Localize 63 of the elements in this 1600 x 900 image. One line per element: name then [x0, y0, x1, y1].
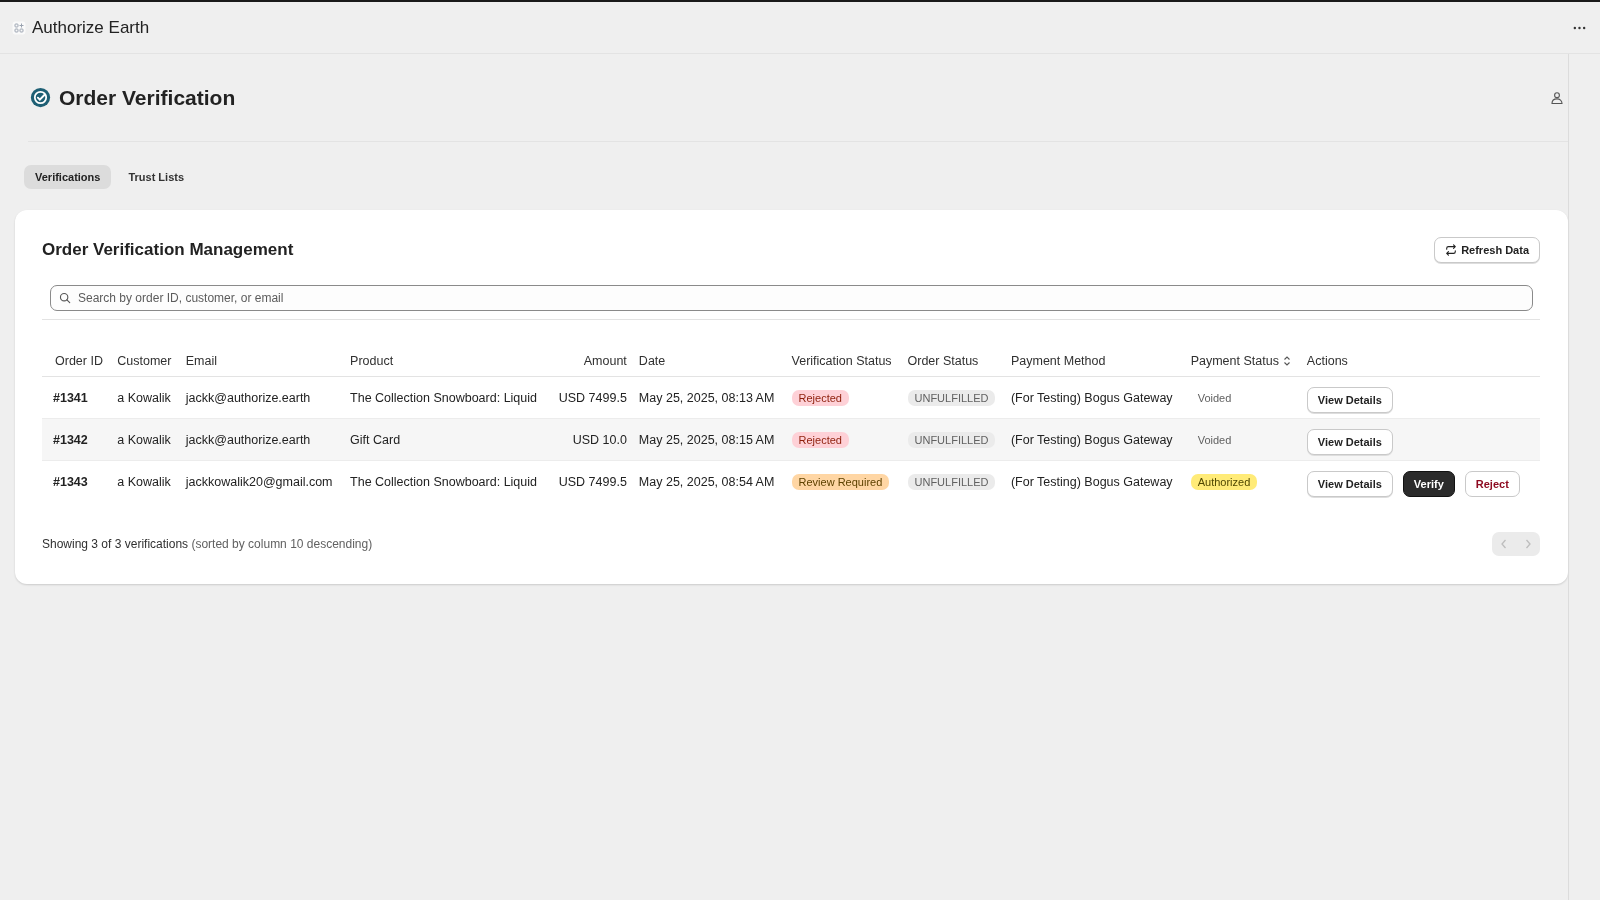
payment-method: (For Testing) Bogus Gateway: [1010, 474, 1173, 489]
user-icon[interactable]: [1550, 90, 1564, 105]
order-status-badge: UNFULFILLED: [907, 473, 996, 490]
order-id: #1341: [53, 390, 88, 405]
column-header: Payment Method: [1010, 354, 1106, 368]
view-details-button[interactable]: View Details: [1306, 471, 1393, 497]
customer-name: a Kowalik: [117, 432, 171, 447]
verification-status-badge: Review Required: [791, 473, 890, 490]
customer-name: a Kowalik: [117, 390, 171, 405]
results-summary: Showing 3 of 3 verifications (sorted by column 10 descending): [42, 537, 373, 551]
payment-status-badge: Authorized: [1190, 473, 1258, 490]
tab[interactable]: Trust Lists: [117, 165, 196, 189]
payment-status-label: Voided: [1196, 390, 1233, 406]
amount: USD 7499.5: [558, 474, 627, 489]
verify-button[interactable]: Verify: [1402, 471, 1455, 497]
column-header: Verification Status: [791, 354, 892, 368]
product-name: The Collection Snowboard: Liquid: [350, 390, 537, 405]
refresh-button[interactable]: Refresh Data: [1434, 237, 1540, 263]
order-status-badge: UNFULFILLED: [907, 431, 996, 448]
reject-button[interactable]: Reject: [1464, 471, 1520, 497]
product-name: Gift Card: [350, 432, 401, 447]
order-id: #1343: [53, 474, 88, 489]
card-title: Order Verification Management: [42, 240, 294, 260]
chevron-left-icon: [1500, 538, 1508, 550]
search-icon: [59, 292, 71, 304]
order-date: May 25, 2025, 08:13 AM: [638, 390, 775, 405]
chevron-right-icon: [1524, 538, 1532, 550]
column-header: Email: [185, 354, 218, 368]
order-id: #1342: [53, 432, 88, 447]
verification-status-badge: Rejected: [791, 431, 849, 448]
column-header: Product: [350, 354, 394, 368]
tab[interactable]: Verifications: [24, 165, 112, 189]
order-date: May 25, 2025, 08:15 AM: [638, 432, 775, 447]
search-field[interactable]: Search by order ID, customer, or email: [50, 285, 1533, 311]
column-header: Customer: [117, 354, 172, 368]
email: jackkowalik20@gmail.com: [185, 474, 333, 489]
email: jackk@authorize.earth: [185, 432, 311, 447]
email: jackk@authorize.earth: [185, 390, 311, 405]
column-header: Actions: [1306, 354, 1348, 368]
column-header: Amount: [583, 354, 627, 368]
app-icon: [12, 20, 26, 35]
order-status-badge: UNFULFILLED: [907, 389, 996, 406]
page-title: Order Verification: [59, 85, 236, 110]
verification-status-badge: Rejected: [791, 389, 849, 406]
amount: USD 10.0: [572, 432, 627, 447]
payment-method: (For Testing) Bogus Gateway: [1010, 390, 1173, 405]
view-details-button[interactable]: View Details: [1306, 429, 1393, 455]
product-name: The Collection Snowboard: Liquid: [350, 474, 537, 489]
check-circle-icon: [30, 87, 51, 108]
refresh-icon: [1445, 244, 1458, 256]
more-icon[interactable]: [1573, 25, 1586, 30]
payment-status-label: Voided: [1196, 432, 1233, 448]
sort-icon[interactable]: [1282, 355, 1291, 367]
column-header: Order ID: [55, 354, 103, 368]
order-date: May 25, 2025, 08:54 AM: [638, 474, 775, 489]
view-details-button[interactable]: View Details: [1306, 387, 1393, 413]
column-header[interactable]: Payment Status: [1190, 354, 1291, 368]
column-header: Order Status: [907, 354, 979, 368]
payment-method: (For Testing) Bogus Gateway: [1010, 432, 1173, 447]
customer-name: a Kowalik: [117, 474, 171, 489]
column-header: Date: [638, 354, 666, 368]
amount: USD 7499.5: [558, 390, 627, 405]
app-title: Authorize Earth: [32, 17, 150, 38]
